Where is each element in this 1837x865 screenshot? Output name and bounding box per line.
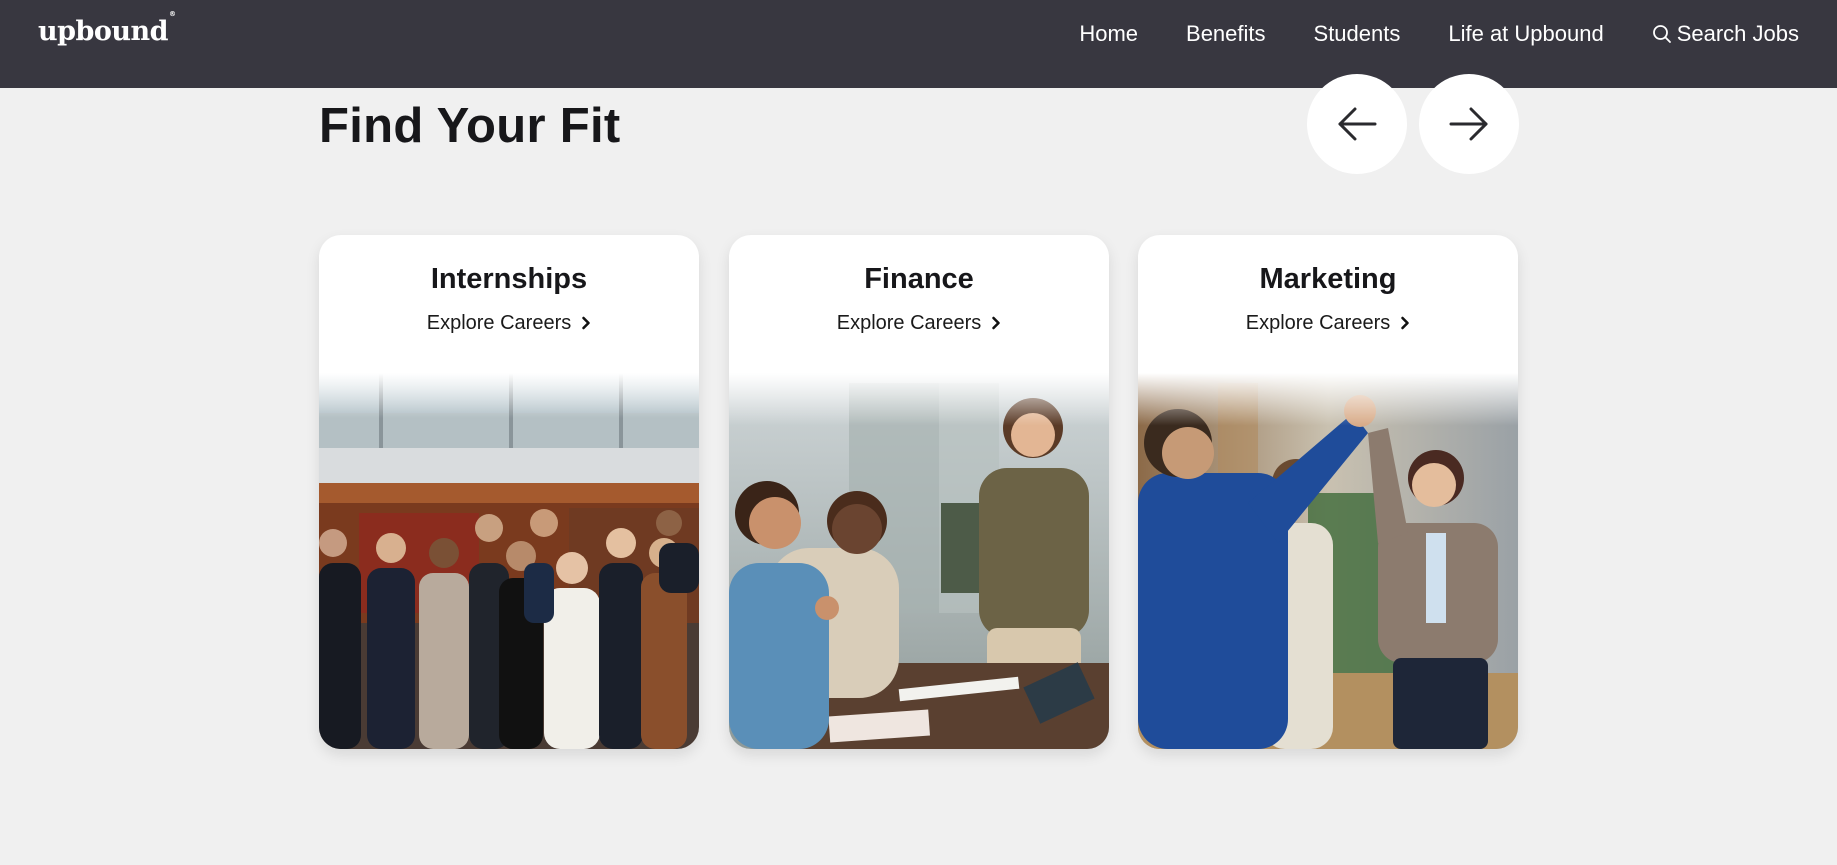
nav-home[interactable]: Home [1079, 20, 1138, 48]
chevron-right-icon [992, 316, 1001, 330]
nav-life-at-upbound[interactable]: Life at Upbound [1448, 20, 1603, 48]
explore-careers-label: Explore Careers [836, 312, 982, 334]
nav-life-label: Life at Upbound [1448, 21, 1604, 46]
search-icon [1652, 25, 1671, 43]
nav-benefits-label: Benefits [1186, 21, 1266, 46]
main-nav: Home Benefits Students Life at Upbound S… [1079, 20, 1799, 48]
chevron-right-icon [582, 316, 591, 330]
explore-careers-link[interactable]: Explore Careers [729, 310, 1109, 336]
explore-careers-label: Explore Careers [426, 312, 572, 334]
arrow-right-icon [1449, 107, 1488, 141]
nav-students[interactable]: Students [1314, 20, 1401, 48]
upbound-logo[interactable]: upbound® [38, 10, 176, 47]
high-five-photo [1138, 373, 1518, 749]
nav-students-label: Students [1313, 21, 1401, 46]
card-internships[interactable]: Internships Explore Careers [319, 235, 699, 749]
section-title: Find Your Fit [319, 99, 621, 153]
registered-mark: ® [169, 10, 176, 18]
card-title: Internships [430, 263, 588, 295]
group-of-interns-photo [319, 373, 699, 749]
explore-careers-label: Explore Careers [1245, 312, 1391, 334]
card-marketing[interactable]: Marketing Explore Careers [1138, 235, 1518, 749]
site-header: upbound® Home Benefits Students Life at … [0, 0, 1837, 88]
explore-careers-link[interactable]: Explore Careers [1138, 310, 1518, 336]
nav-search-jobs[interactable]: Search Jobs [1652, 20, 1799, 48]
card-finance[interactable]: Finance Explore Careers [729, 235, 1109, 749]
nav-home-label: Home [1079, 21, 1139, 46]
chevron-right-icon [1401, 316, 1410, 330]
card-title: Marketing [1259, 263, 1397, 295]
card-title: Finance [864, 263, 974, 295]
explore-careers-link[interactable]: Explore Careers [319, 310, 699, 336]
nav-benefits[interactable]: Benefits [1186, 20, 1266, 48]
carousel-next-button[interactable] [1419, 74, 1519, 174]
logo-text: upbound [38, 16, 169, 47]
team-meeting-photo [729, 373, 1109, 749]
carousel-prev-button[interactable] [1307, 74, 1407, 174]
nav-search-label: Search Jobs [1676, 21, 1799, 46]
arrow-left-icon [1338, 107, 1377, 141]
